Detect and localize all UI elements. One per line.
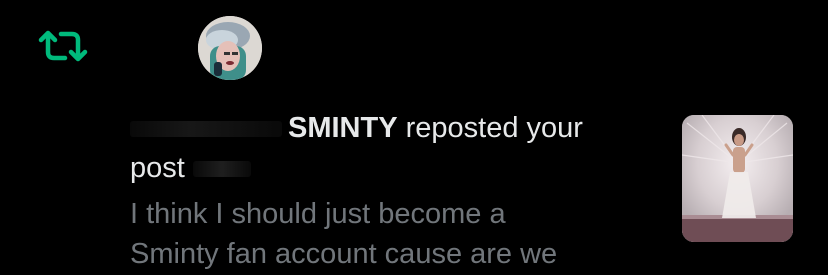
object-text: post (130, 152, 185, 184)
avatar[interactable] (198, 16, 262, 80)
post-preview-line: I think I should just become a (130, 198, 506, 230)
repost-notification[interactable]: SMINTY reposted your post I think I shou… (0, 0, 828, 275)
actor-name[interactable]: SMINTY (288, 112, 398, 144)
notification-headline-continued: post (130, 150, 251, 186)
redacted-region (192, 161, 251, 178)
post-preview-line: Sminty fan account cause are we (130, 238, 558, 270)
post-thumbnail[interactable] (682, 115, 793, 242)
notification-headline: SMINTY reposted your (130, 110, 583, 146)
redacted-region (130, 121, 282, 138)
action-text: reposted your (397, 112, 583, 144)
repost-icon (37, 28, 89, 64)
